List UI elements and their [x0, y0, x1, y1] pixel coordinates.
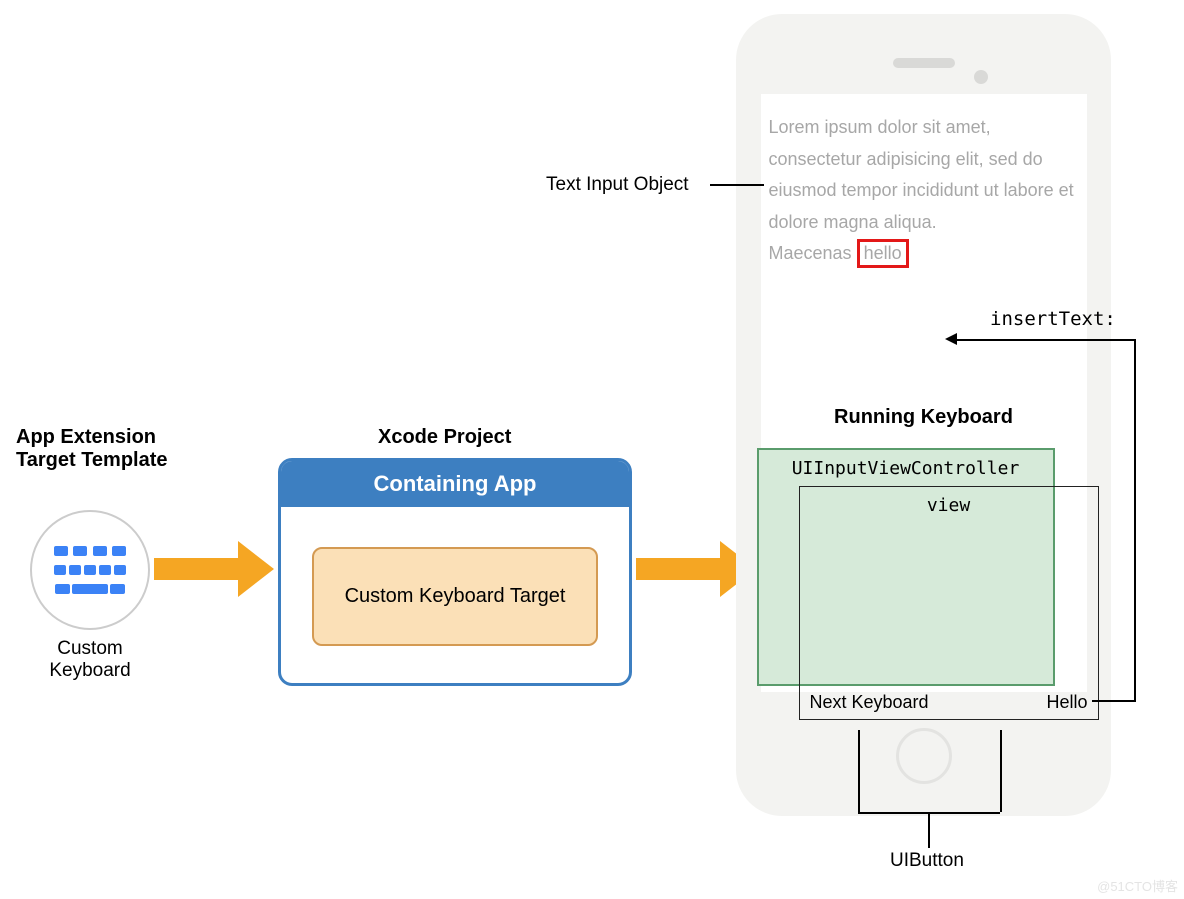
custom-keyboard-target-box: Custom Keyboard Target — [312, 547, 597, 646]
insert-text-label: insertText: — [990, 308, 1116, 330]
view-box: view Next Keyboard Hello — [799, 486, 1099, 720]
connector-inserttext-h-top — [956, 339, 1135, 341]
arrow-1 — [154, 558, 240, 580]
watermark: @51CTO博客 — [1097, 876, 1178, 895]
keyboard-area: UIInputViewController view Next Keyboard… — [763, 444, 1085, 690]
containing-app-header: Containing App — [281, 461, 629, 507]
connector-text-input — [710, 184, 764, 186]
uibutton-label: UIButton — [890, 850, 964, 872]
connector-uibutton-left — [858, 730, 860, 812]
arrow-2 — [636, 558, 722, 580]
text-input-object-label: Text Input Object — [546, 174, 689, 196]
custom-keyboard-template-icon — [30, 510, 150, 630]
connector-inserttext-v1 — [1134, 339, 1136, 702]
phone-frame: Lorem ipsum dolor sit amet, consectetur … — [736, 14, 1111, 816]
keyboard-glyph-icon — [54, 546, 126, 594]
heading-running-keyboard: Running Keyboard — [761, 406, 1087, 429]
next-keyboard-button[interactable]: Next Keyboard — [810, 692, 929, 713]
heading-xcode: Xcode Project — [378, 426, 511, 449]
connector-inserttext-h-bottom — [1092, 700, 1135, 702]
custom-keyboard-caption: Custom Keyboard — [18, 638, 162, 682]
phone-camera-icon — [974, 70, 988, 84]
uiinputviewcontroller-label: UIInputViewController — [759, 458, 1053, 479]
xcode-project-box: Containing App Custom Keyboard Target — [278, 458, 632, 686]
home-button-icon — [896, 728, 952, 784]
lorem-body: Lorem ipsum dolor sit amet, consectetur … — [769, 117, 1074, 232]
arrow-1-head — [238, 541, 274, 597]
hello-button[interactable]: Hello — [1046, 692, 1087, 713]
phone-screen: Lorem ipsum dolor sit amet, consectetur … — [761, 94, 1087, 692]
phone-speaker-icon — [893, 58, 955, 68]
view-label: view — [800, 495, 1098, 516]
connector-uibutton-cross — [858, 812, 1000, 814]
inserted-hello-text: hello — [857, 239, 909, 268]
heading-template: App Extension Target Template — [16, 426, 168, 472]
lorem-text: Lorem ipsum dolor sit amet, consectetur … — [761, 94, 1087, 270]
connector-inserttext-arrowhead — [945, 333, 957, 345]
maecenas-text: Maecenas — [769, 243, 852, 263]
connector-uibutton-right — [1000, 730, 1002, 812]
connector-uibutton-stem — [928, 812, 930, 848]
